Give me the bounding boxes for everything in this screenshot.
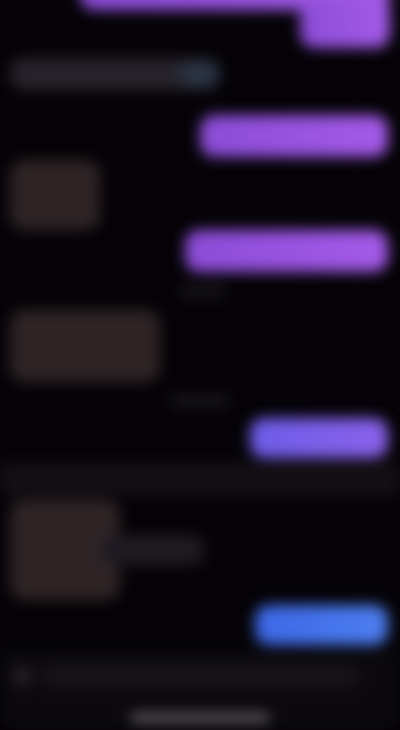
message-bubble-incoming[interactable]	[10, 310, 160, 382]
message-bubble-outgoing[interactable]	[250, 418, 388, 458]
chat-screen	[0, 0, 400, 730]
message-bubble-outgoing[interactable]	[255, 605, 388, 645]
reply-context-row	[0, 462, 400, 496]
home-indicator[interactable]	[130, 714, 270, 722]
message-bubble-outgoing-tail	[300, 0, 390, 48]
message-input[interactable]	[40, 662, 360, 690]
read-indicator	[180, 62, 220, 86]
message-bubble-outgoing[interactable]	[185, 230, 388, 272]
plus-icon[interactable]	[12, 666, 32, 686]
message-bubble-incoming[interactable]	[10, 160, 100, 230]
blurred-content	[0, 0, 400, 730]
timestamp	[180, 285, 225, 297]
composer-bar	[0, 650, 400, 730]
message-bubble-outgoing[interactable]	[200, 115, 388, 157]
message-bubble-incoming-extension	[100, 535, 205, 565]
timestamp	[170, 395, 230, 407]
